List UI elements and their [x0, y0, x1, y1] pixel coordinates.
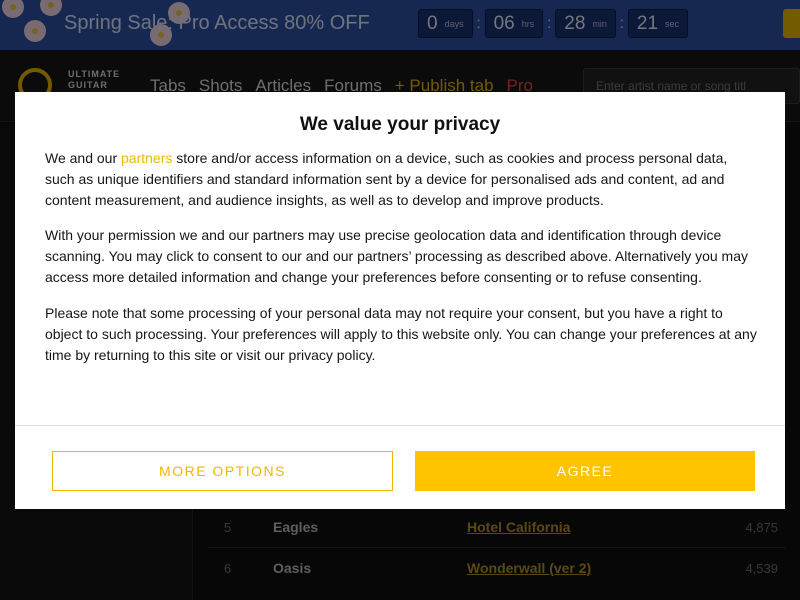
- consent-paragraph-1: We and our partners store and/or access …: [45, 148, 760, 211]
- more-options-button[interactable]: MORE OPTIONS: [52, 451, 393, 491]
- consent-body: We value your privacy We and our partner…: [15, 92, 785, 425]
- dialog-divider: [15, 425, 785, 426]
- paragraph-text: We and our: [45, 150, 122, 166]
- consent-paragraph-3: Please note that some processing of your…: [45, 305, 757, 363]
- consent-paragraph-2: With your permission we and our partners…: [45, 227, 748, 285]
- privacy-consent-dialog: We value your privacy We and our partner…: [15, 92, 785, 509]
- partners-link[interactable]: partners: [121, 150, 172, 166]
- consent-title: We value your privacy: [299, 114, 501, 135]
- agree-button[interactable]: AGREE: [415, 451, 755, 491]
